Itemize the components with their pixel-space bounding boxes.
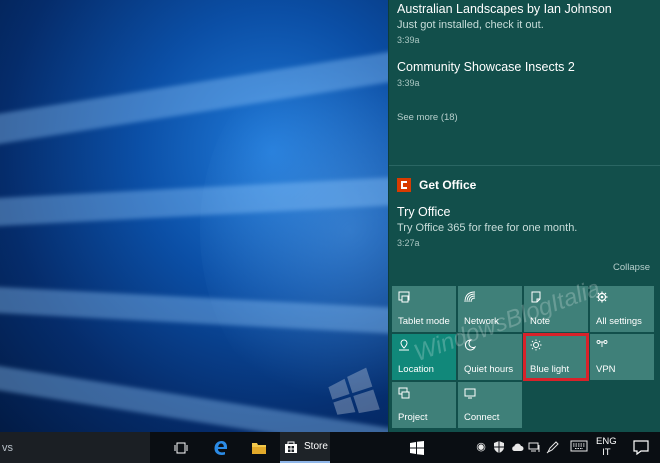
office-app-header[interactable]: Get Office (397, 178, 476, 192)
quick-action-label: VPN (596, 364, 616, 375)
notification-time: 3:39a (397, 78, 420, 88)
quick-action-label: All settings (596, 316, 642, 327)
language-indicator[interactable]: ENG IT (596, 436, 617, 458)
language-code: ENG (596, 436, 617, 447)
keyboard-icon[interactable] (570, 440, 588, 454)
language-region: IT (602, 447, 611, 458)
collapse-link[interactable]: Collapse (613, 262, 650, 273)
vpn-icon (596, 340, 608, 347)
notification-try-office[interactable]: Try Office Try Office 365 for free for o… (397, 205, 577, 248)
task-view-icon (174, 442, 188, 453)
notification-group-divider (389, 165, 660, 166)
notification-title: Try Office (397, 205, 451, 219)
quick-action-label: Quiet hours (464, 364, 514, 375)
search-box[interactable]: vs (0, 432, 150, 463)
store-icon (285, 441, 297, 453)
notification-time: 3:27a (397, 238, 420, 248)
cloud-icon[interactable] (510, 440, 524, 454)
folder-icon (252, 442, 266, 454)
network-tray-icon[interactable] (528, 440, 542, 454)
shield-icon[interactable] (492, 440, 506, 454)
store-label: Store (304, 441, 328, 452)
connect-icon (464, 388, 476, 399)
sun-icon (530, 339, 542, 351)
pen-icon[interactable] (546, 440, 560, 454)
office-icon (397, 178, 411, 192)
search-text-fragment: vs (2, 441, 13, 454)
edge-button[interactable] (206, 432, 236, 463)
store-taskbar-button[interactable]: Store (280, 432, 330, 463)
tablet-mode-icon (398, 291, 410, 303)
location-icon (399, 339, 409, 351)
notification-icon (633, 440, 649, 455)
quick-action-connect[interactable]: Connect (458, 382, 522, 428)
task-view-button[interactable] (168, 432, 194, 463)
windows-logo-icon (410, 440, 424, 455)
network-icon (464, 291, 476, 303)
quick-action-label: Location (398, 364, 434, 375)
quick-action-label: Project (398, 412, 428, 423)
office-app-name: Get Office (419, 178, 477, 192)
windows-app-button[interactable] (404, 432, 430, 463)
notification-community-showcase[interactable]: Community Showcase Insects 2 3:39a (397, 60, 575, 88)
edge-icon (214, 440, 228, 455)
notification-title: Community Showcase Insects 2 (397, 60, 575, 74)
notification-time: 3:39a (397, 35, 420, 45)
notification-body: Just got installed, check it out. (397, 19, 544, 31)
notification-body: Try Office 365 for free for one month. (397, 222, 578, 234)
desktop-wallpaper (0, 0, 388, 432)
see-more-link[interactable]: See more (18) (397, 112, 458, 123)
quick-action-label: Blue light (530, 364, 570, 375)
notification-australian-landscapes[interactable]: Australian Landscapes by Ian Johnson Jus… (397, 2, 612, 45)
file-explorer-button[interactable] (244, 432, 274, 463)
record-icon[interactable]: ◉ (474, 440, 488, 454)
quick-action-blue-light[interactable]: Blue light (523, 333, 589, 381)
quick-action-tablet-mode[interactable]: Tablet mode (392, 286, 456, 332)
quick-action-label: Tablet mode (398, 316, 450, 327)
quick-action-project[interactable]: Project (392, 382, 456, 428)
notification-title: Australian Landscapes by Ian Johnson (397, 2, 612, 16)
action-center-button[interactable] (622, 432, 660, 463)
action-center-panel: Australian Landscapes by Ian Johnson Jus… (388, 0, 660, 432)
project-icon (398, 387, 410, 399)
quick-action-vpn[interactable]: VPN (590, 334, 654, 380)
taskbar: vs Store ◉ ENG IT (0, 432, 660, 463)
quick-action-label: Connect (464, 412, 500, 423)
